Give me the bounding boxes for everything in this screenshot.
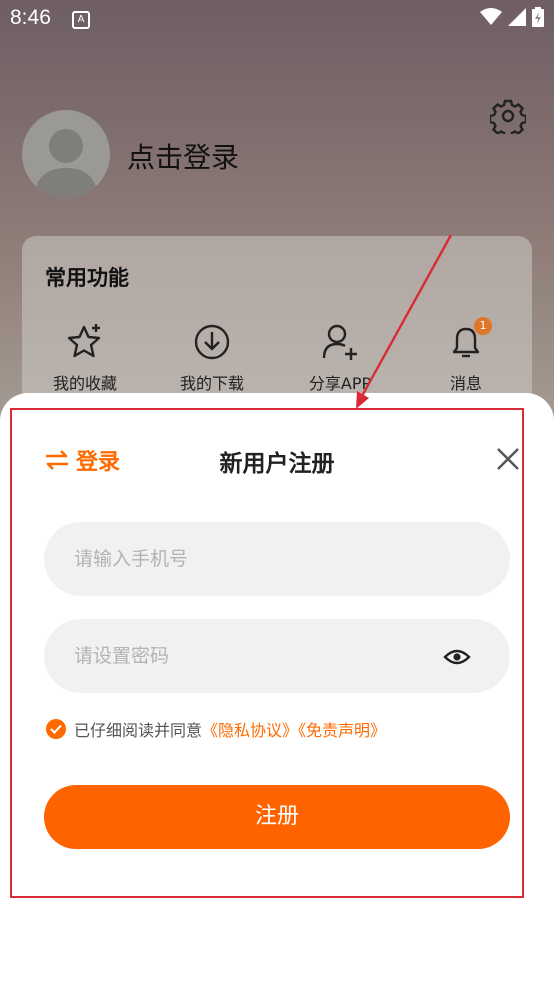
download-icon [194, 324, 230, 360]
signal-icon [508, 8, 526, 26]
privacy-policy-link[interactable]: 《隐私协议》 [202, 721, 298, 740]
star-plus-icon [67, 324, 101, 358]
sheet-title: 新用户注册 [219, 451, 335, 477]
close-icon[interactable] [495, 446, 521, 472]
gear-icon[interactable] [490, 98, 526, 134]
register-button[interactable]: 注册 [44, 785, 510, 849]
downloads-label: 我的下载 [179, 374, 244, 393]
agreement-checkbox[interactable] [46, 719, 66, 739]
avatar[interactable] [22, 110, 110, 198]
phone-input[interactable] [44, 522, 510, 596]
user-silhouette-icon [34, 129, 98, 198]
password-input[interactable] [44, 619, 510, 693]
check-icon [50, 724, 62, 734]
agreement-row: 已仔细阅读并同意《隐私协议》《免责声明》 [46, 717, 386, 741]
status-icons [480, 7, 544, 27]
wifi-icon [480, 8, 502, 25]
messages-label: 消息 [449, 374, 482, 393]
messages-item[interactable]: 消息 [406, 320, 526, 394]
notification-icon: A [72, 11, 90, 29]
share-app-label: 分享APP [308, 374, 372, 393]
login-prompt[interactable]: 点击登录 [127, 136, 239, 176]
favorites-item[interactable]: 我的收藏 [25, 320, 145, 394]
favorites-label: 我的收藏 [52, 374, 117, 393]
share-app-item[interactable]: 分享APP [280, 320, 400, 394]
message-count-badge: 1 [474, 317, 492, 335]
common-functions-title: 常用功能 [45, 266, 129, 290]
eye-icon[interactable] [443, 643, 471, 671]
downloads-item[interactable]: 我的下载 [152, 320, 272, 394]
battery-icon [532, 7, 544, 27]
disclaimer-link[interactable]: 《免责声明》 [298, 721, 386, 740]
agreement-text: 已仔细阅读并同意 [74, 721, 203, 740]
status-time: 8:46 [10, 6, 51, 29]
status-bar: 8:46 A [0, 0, 554, 40]
add-user-icon [322, 324, 357, 360]
